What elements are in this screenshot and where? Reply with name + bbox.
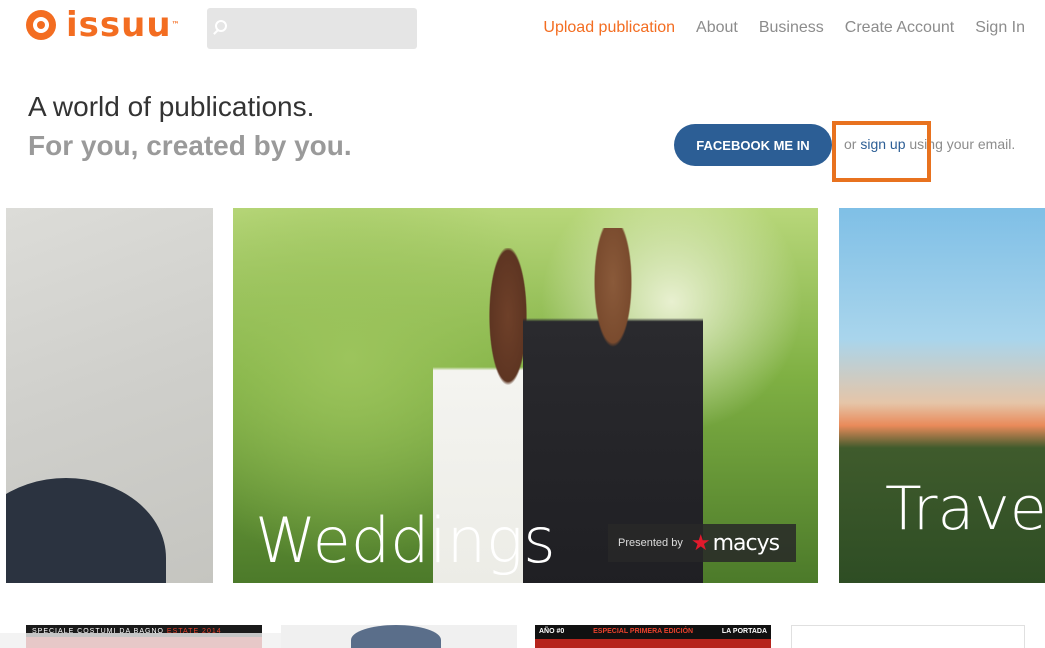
category-tile-left[interactable] — [6, 208, 213, 583]
hero-subline: For you, created by you. — [28, 130, 352, 161]
star-icon: ★ — [690, 530, 711, 555]
issuu-logo[interactable]: issuu™ — [26, 5, 181, 45]
hero-headline: A world of publications. — [28, 91, 315, 122]
thumb3-caption-b: ESPECIAL PRIMERA EDICIÓN — [593, 628, 694, 635]
thumb3-cover-band — [535, 639, 771, 648]
thumb3-caption: AÑO #0 ESPECIAL PRIMERA EDICIÓN LA PORTA… — [539, 628, 767, 635]
thumb2-cover-image — [351, 625, 441, 648]
publication-thumb-2[interactable] — [281, 625, 517, 648]
nav-sign-in[interactable]: Sign In — [975, 18, 1025, 38]
sponsor-prefix: Presented by — [618, 537, 683, 549]
thumb3-caption-a: AÑO #0 — [539, 628, 565, 635]
nav-create-account[interactable]: Create Account — [845, 18, 954, 38]
highlight-box — [832, 121, 931, 182]
category-tile-weddings[interactable]: Weddings Presented by ★ macys — [233, 208, 818, 583]
search-icon — [215, 20, 227, 32]
bottom-shade — [0, 633, 295, 648]
publication-thumb-3[interactable]: AÑO #0 ESPECIAL PRIMERA EDICIÓN LA PORTA… — [535, 625, 771, 648]
site-header: issuu™ Upload publication About Business… — [0, 0, 1045, 60]
publication-thumb-4[interactable] — [791, 625, 1025, 648]
search-input[interactable] — [233, 8, 413, 49]
brand-name: issuu™ — [66, 5, 181, 45]
facebook-login-button[interactable]: FACEBOOK ME IN — [674, 124, 832, 166]
category-tile-travel[interactable]: Travel — [839, 208, 1045, 583]
weddings-label: Weddings — [255, 504, 556, 577]
top-nav: Upload publication About Business Create… — [522, 18, 1025, 38]
thumb3-caption-c: LA PORTADA — [721, 628, 767, 635]
issuu-logo-icon — [26, 10, 56, 40]
travel-label: Travel — [885, 474, 1045, 544]
search-box[interactable] — [207, 8, 417, 49]
sponsor-brand: macys — [712, 530, 780, 556]
nav-business[interactable]: Business — [759, 18, 824, 38]
tile-photo-left — [6, 478, 166, 583]
sponsor-badge: Presented by ★ macys — [608, 524, 796, 562]
nav-upload-publication[interactable]: Upload publication — [543, 18, 675, 38]
nav-about[interactable]: About — [696, 18, 738, 38]
